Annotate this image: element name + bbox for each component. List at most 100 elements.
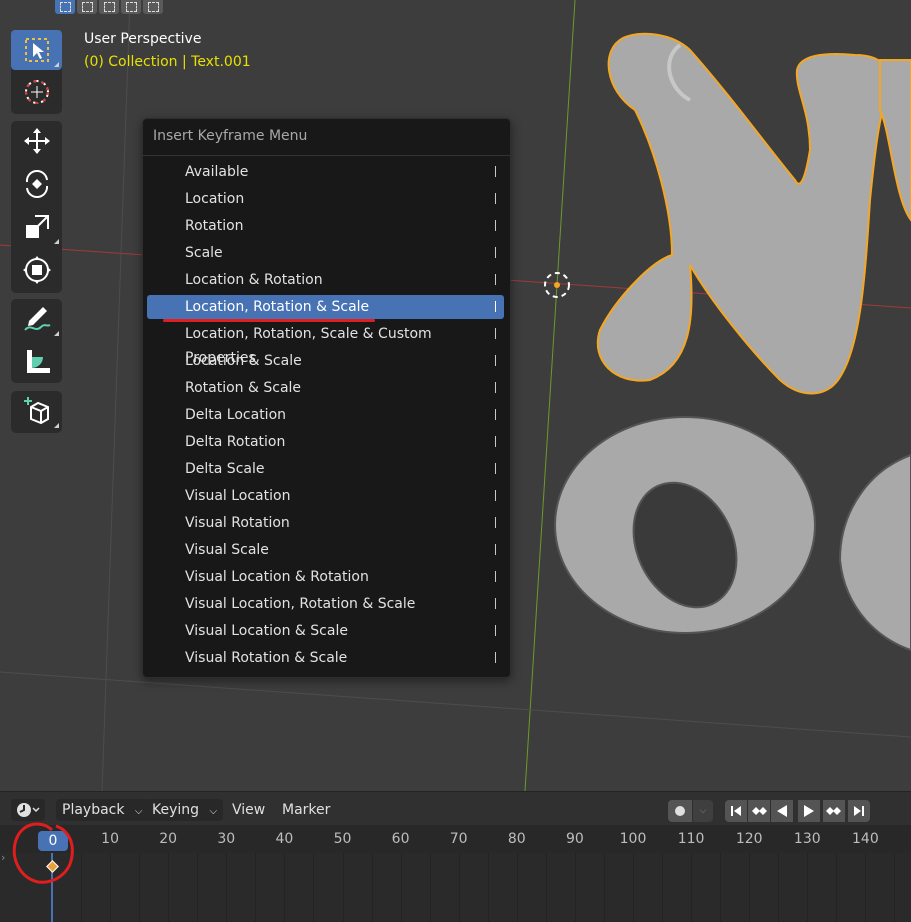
annotate-tool[interactable] (11, 299, 62, 339)
menu-item[interactable]: Visual Rotation & Scale (147, 646, 504, 670)
select-extend-button[interactable] (77, 0, 97, 14)
menu-item[interactable]: Available (147, 160, 504, 184)
3d-viewport[interactable]: User Perspective (0) Collection | Text.0… (0, 0, 911, 791)
chevron-down-icon: ⌵ (134, 806, 143, 817)
measure-ruler-icon (26, 350, 50, 373)
grid-line (574, 853, 576, 922)
menu-item-label: Location, Rotation & Scale (185, 299, 370, 315)
frame-number: 130 (793, 831, 821, 847)
grid-line (101, 0, 131, 791)
next-keyframe-icon (826, 807, 841, 815)
jump-start-button[interactable] (725, 800, 747, 822)
menu-item-label: Location (185, 191, 245, 207)
shortcut-indicator (495, 247, 496, 258)
menu-item[interactable]: Location (147, 187, 504, 211)
play-reverse-icon (777, 805, 787, 817)
menu-item-label: Scale (185, 245, 223, 261)
menu-item[interactable]: Scale (147, 241, 504, 265)
shortcut-indicator (495, 436, 496, 447)
select-new-button[interactable] (55, 0, 75, 14)
grid-line (284, 853, 286, 922)
menu-item[interactable]: Visual Scale (147, 538, 504, 562)
add-cube-tool[interactable] (11, 391, 62, 431)
grid-line (545, 853, 547, 922)
frame-number: 140 (852, 831, 879, 847)
menu-item[interactable]: Location, Rotation & Scale (147, 295, 504, 319)
play-button[interactable] (798, 800, 820, 822)
play-reverse-button[interactable] (771, 800, 793, 822)
y-axis-line (524, 0, 576, 791)
grid-line (603, 853, 605, 922)
grid-line (691, 853, 693, 922)
shortcut-indicator (495, 463, 496, 474)
menu-item[interactable]: Location & Scale (147, 349, 504, 373)
select-intersect-button[interactable] (143, 0, 163, 14)
measure-tool[interactable] (11, 342, 62, 382)
menu-item[interactable]: Delta Location (147, 403, 504, 427)
jump-next-keyframe-button[interactable] (823, 800, 845, 822)
menu-item[interactable]: Visual Location, Rotation & Scale (147, 592, 504, 616)
grid-line (342, 853, 344, 922)
select-box-tool[interactable] (11, 30, 62, 70)
jump-end-button[interactable] (848, 800, 870, 822)
chevron-down-icon: ⌵ (699, 806, 707, 816)
select-subtract-button[interactable] (99, 0, 119, 14)
keying-menu[interactable]: Keying ⌵ (146, 799, 224, 821)
menu-item[interactable]: Location & Rotation (147, 268, 504, 292)
frame-number: 20 (159, 831, 178, 847)
menu-item[interactable]: Visual Location (147, 484, 504, 508)
marker-menu[interactable]: Marker (282, 799, 330, 821)
frame-number: 10 (101, 831, 120, 847)
keying-options-dropdown[interactable]: ⌵ (693, 800, 713, 822)
shortcut-indicator (495, 274, 496, 285)
menu-item[interactable]: Visual Location & Scale (147, 619, 504, 643)
toolbar-group-transform (11, 121, 62, 293)
shortcut-indicator (495, 517, 496, 528)
menu-item[interactable]: Visual Rotation (147, 511, 504, 535)
view-menu[interactable]: View (232, 799, 265, 821)
menu-item[interactable]: Rotation (147, 214, 504, 238)
channel-expand-icon[interactable]: › (1, 851, 5, 864)
red-annotation-underline (163, 319, 375, 322)
scale-tool[interactable] (11, 207, 62, 247)
shortcut-indicator (495, 193, 496, 204)
cursor-icon (24, 80, 49, 104)
toolbar-group-select (11, 30, 62, 114)
cursor-tool[interactable] (11, 72, 62, 112)
menu-item-label: Delta Scale (185, 461, 265, 477)
menu-item[interactable]: Delta Scale (147, 457, 504, 481)
object-origin (554, 282, 560, 288)
menu-item[interactable]: Delta Rotation (147, 430, 504, 454)
grid-line (255, 853, 257, 922)
collection-info: (0) Collection | Text.001 (84, 54, 251, 70)
toolbar-group-add (11, 391, 62, 433)
keyframe-track-area[interactable] (0, 853, 911, 922)
selection-mode-buttons (55, 0, 163, 16)
select-box-icon (24, 38, 49, 62)
view-name: User Perspective (84, 31, 202, 47)
menu-item[interactable]: Rotation & Scale (147, 376, 504, 400)
auto-keying-toggle[interactable] (668, 800, 692, 822)
chevron-down-icon: ⌵ (209, 806, 218, 817)
move-tool[interactable] (11, 121, 62, 161)
menu-title: Insert Keyframe Menu (153, 128, 308, 144)
rotate-tool[interactable] (11, 164, 62, 204)
shortcut-indicator (495, 382, 496, 393)
grid-line (865, 853, 867, 922)
menu-item-label: Visual Location & Rotation (185, 569, 369, 585)
keying-label: Keying (152, 802, 200, 818)
menu-item[interactable]: Location, Rotation, Scale & Custom Prope… (147, 322, 504, 366)
shortcut-indicator (495, 328, 496, 339)
select-invert-button[interactable] (121, 0, 141, 14)
move-icon (23, 128, 50, 154)
transform-tool[interactable] (11, 250, 62, 290)
grid-line (168, 853, 170, 922)
menu-item[interactable]: Visual Location & Rotation (147, 565, 504, 589)
jump-prev-keyframe-button[interactable] (748, 800, 770, 822)
shortcut-indicator (495, 652, 496, 663)
menu-item-label: Delta Rotation (185, 434, 286, 450)
rotate-icon (25, 170, 48, 198)
grid-line (633, 853, 634, 922)
scale-icon (25, 215, 49, 238)
menu-item-label: Visual Location, Rotation & Scale (185, 596, 416, 612)
